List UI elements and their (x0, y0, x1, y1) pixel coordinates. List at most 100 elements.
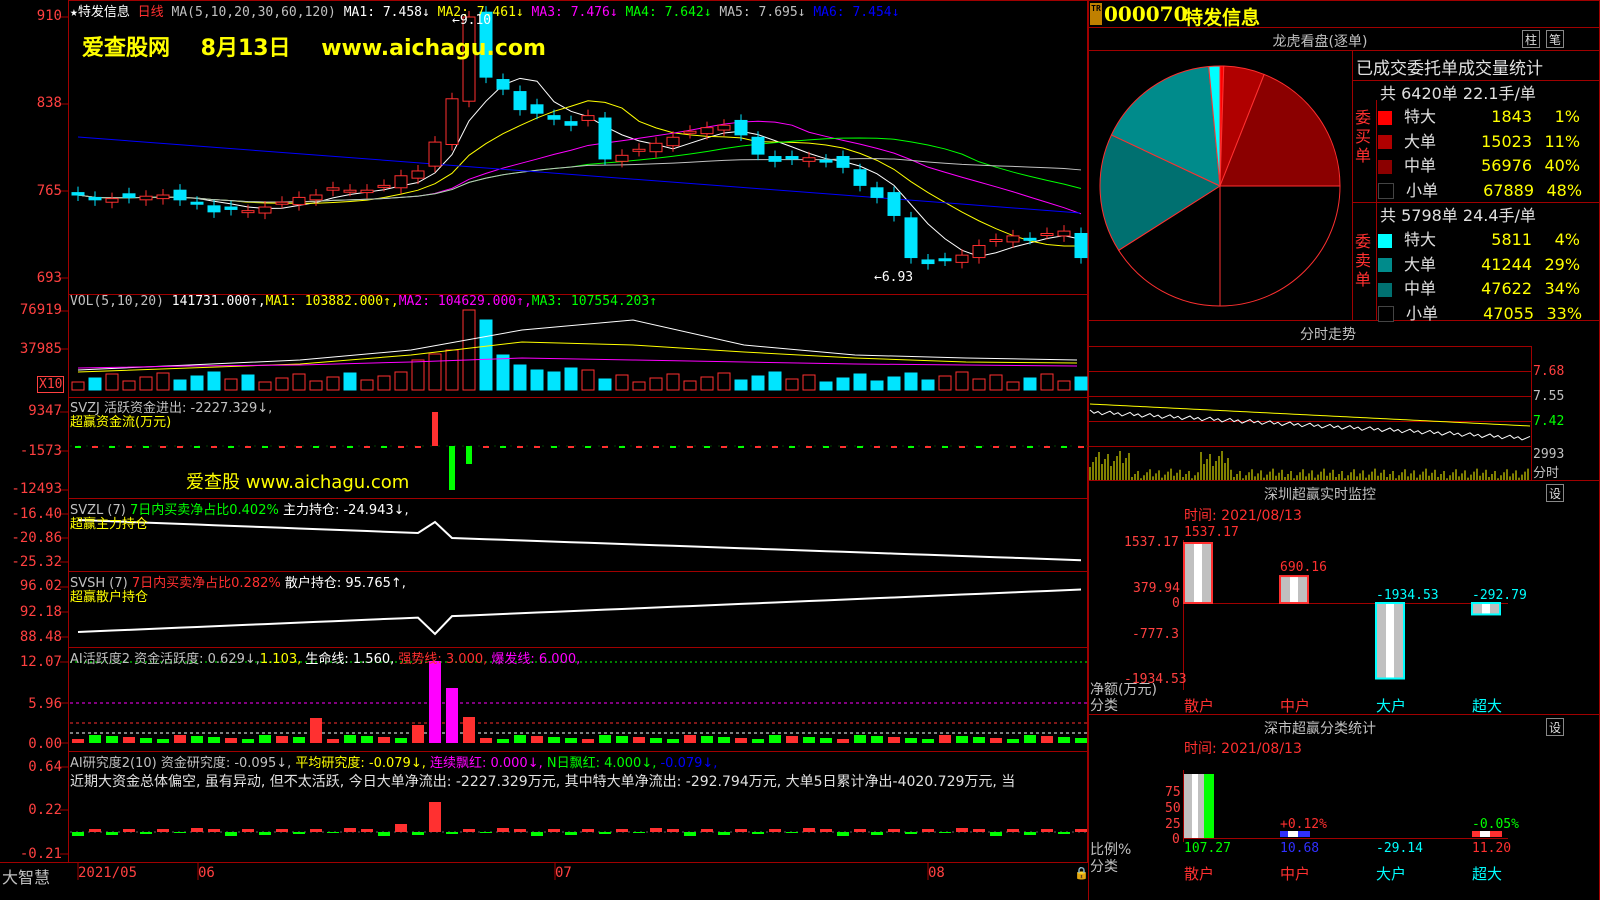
intraday-border (1088, 320, 1600, 481)
tr-icon[interactable]: TR (1090, 3, 1102, 25)
volume-bar (717, 372, 731, 391)
ai2-bar (752, 832, 764, 834)
svzl-ytick-0: -16.40 (11, 506, 62, 522)
ai1-bar (242, 739, 254, 743)
stat-row: 大单 15023 11% (1378, 128, 1580, 152)
monitor-time: 时间: 2021/08/13 (1184, 508, 1302, 524)
monitor-ytick-3: -777.3 (1132, 627, 1179, 642)
ai2-legend-item: N日飘红: 4.000↓, (542, 756, 657, 771)
ai2-bar (786, 832, 798, 833)
volume-bar (479, 319, 493, 391)
bi-button[interactable]: 笔 (1546, 30, 1564, 48)
volume-bar (598, 378, 612, 391)
stat-row: 中单 56976 40% (1378, 152, 1580, 176)
class-pct-0: +0.12% (1280, 817, 1327, 832)
ai2-bar (310, 829, 322, 832)
candle-body (700, 127, 714, 135)
ai1-bar (599, 735, 611, 743)
ai2-bar (123, 829, 135, 832)
ai1-bar (1058, 737, 1070, 743)
volume-bar (581, 369, 595, 391)
lock-icon[interactable]: 🔒 (1074, 866, 1089, 880)
svzj-bar (993, 446, 999, 448)
ai1-legend-item: AI活跃度2 资金活跃度: 0.629↓, (70, 652, 260, 667)
ai2-bar (735, 829, 747, 832)
intraday-ytick-1: 7.55 (1533, 389, 1565, 404)
svzj-bar (262, 446, 268, 448)
candle-body (139, 195, 153, 201)
volume-bar (649, 377, 663, 391)
vol-legend: VOL(5,10,20) 141731.000↑,MA1: 103882.000… (70, 294, 657, 309)
stat-row: 小单 67889 48% (1378, 177, 1582, 201)
volume-bar (309, 380, 323, 391)
class-ytick-0: 75 (1165, 785, 1181, 800)
vol-ma-line (77, 319, 1078, 371)
ai1-bar (922, 739, 934, 743)
volume-bar (462, 309, 476, 391)
ai1-bar (72, 739, 84, 743)
stat-row: 中单 47622 34% (1378, 275, 1580, 299)
ai2-bar (633, 832, 645, 833)
ai1-bar (701, 736, 713, 743)
ai1-legend: AI活跃度2 资金活跃度: 0.629↓,1.103, 生命线: 1.560, … (70, 648, 580, 667)
volume-bar (1023, 377, 1037, 391)
ai2-bar (259, 832, 271, 835)
ai2-legend-item: 平均研究度: -0.079↓, (291, 756, 426, 771)
ai1-bar (157, 739, 169, 743)
ai1-bar (412, 725, 424, 743)
lhb-title: 龙虎看盘(逐单) (1272, 34, 1368, 50)
ai1-ytick-2: 0.00 (28, 736, 62, 752)
svzj-bar (857, 446, 863, 448)
volume-bar (989, 374, 1003, 391)
candle-body (224, 206, 238, 210)
class-pct-1: -0.05% (1472, 817, 1519, 832)
volume-bar (1006, 381, 1020, 391)
stat-row: 特大 1843 1% (1378, 103, 1580, 127)
vol-unit: X10 (37, 376, 65, 393)
volume-bar (768, 371, 782, 391)
volume-bar (836, 377, 850, 391)
color-swatch (1378, 233, 1392, 248)
ai2-bar (531, 832, 543, 836)
volume-bar (105, 373, 119, 391)
candle-body (972, 245, 986, 259)
ai2-bar (905, 832, 917, 834)
svzj-bar (211, 446, 217, 448)
candle-body (564, 121, 578, 126)
ai2-bar (446, 832, 458, 834)
candle-body (394, 175, 408, 189)
volume-bar (1074, 376, 1088, 391)
volume-bar (190, 375, 204, 391)
row-name: 中单 (1404, 279, 1437, 298)
volume-bar (1040, 373, 1054, 391)
svzj-ytick-0: 9347 (28, 403, 62, 419)
monitor-settings-button[interactable]: 设 (1546, 484, 1564, 502)
ai2-bar (1058, 832, 1070, 834)
svzj-ytick-1: -1573 (19, 443, 62, 459)
ai1-bar (89, 735, 101, 743)
ai2-bar (429, 802, 441, 832)
row-percent: 1% (1554, 107, 1581, 126)
main-ytick-3: 693 (36, 270, 62, 286)
volume-bar (326, 376, 340, 391)
ma-values: MA1: 7.458↓ MA2: 7.461↓ MA3: 7.476↓ MA4:… (344, 5, 900, 20)
candle-body (513, 91, 527, 111)
main-ytick-2: 765 (36, 183, 62, 199)
row-volume: 47055 (1483, 303, 1535, 323)
class-settings-button[interactable]: 设 (1546, 718, 1564, 736)
svzj-bar (75, 446, 81, 448)
ai1-bar (888, 737, 900, 743)
candle-body (190, 201, 204, 205)
pane-border (68, 294, 1088, 398)
ai1-bar (106, 736, 118, 743)
zhu-button[interactable]: 柱 (1522, 30, 1540, 48)
ai2-bar (803, 828, 815, 832)
main-ytick-1: 838 (36, 95, 62, 111)
svzj-bar (976, 446, 982, 448)
row-percent: 34% (1544, 279, 1581, 298)
class-category: 大户 (1376, 865, 1407, 883)
svzj-bar (160, 446, 166, 448)
period-label[interactable]: 日线 (138, 5, 164, 20)
monitor-xlabel: 分类 (1090, 698, 1118, 714)
volume-bar (819, 381, 833, 391)
